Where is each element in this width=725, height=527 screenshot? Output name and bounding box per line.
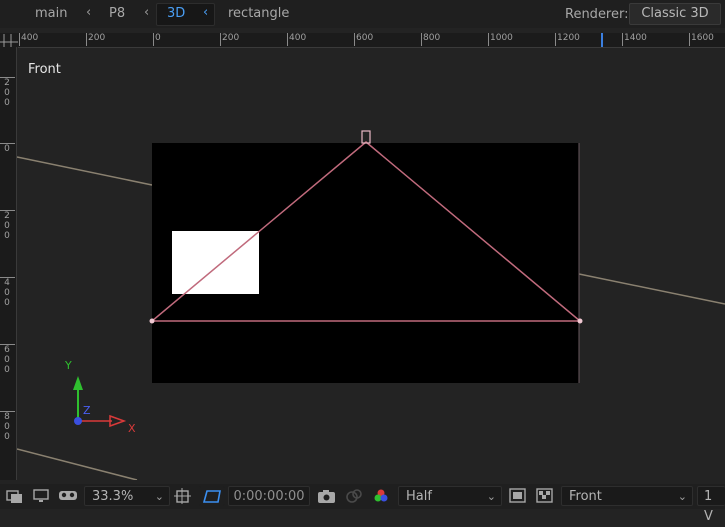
guide-line bbox=[578, 273, 725, 305]
breadcrumb-item-rectangle[interactable]: rectangle bbox=[228, 6, 289, 21]
ruler-corner bbox=[0, 33, 18, 48]
ruler-label: 200 bbox=[88, 33, 106, 43]
ruler-label: 400 bbox=[21, 33, 39, 43]
breadcrumb-item-main[interactable]: main bbox=[35, 6, 67, 21]
ruler-label: 1000 bbox=[490, 33, 513, 43]
y-axis-label: Y bbox=[65, 359, 72, 372]
renderer-button[interactable]: Classic 3D bbox=[629, 3, 721, 25]
always-preview-icon[interactable] bbox=[6, 488, 24, 504]
ruler-label: 400 bbox=[4, 278, 10, 308]
zoom-value: 33.3% bbox=[92, 489, 134, 504]
ruler-label: 600 bbox=[356, 33, 374, 43]
chevron-down-icon: ⌄ bbox=[486, 490, 496, 503]
horizontal-ruler[interactable]: 400 200 0 200 400 600 800 1000 1200 1400… bbox=[18, 33, 725, 48]
chevron-left-icon: ‹ bbox=[144, 5, 150, 20]
monitor-icon[interactable] bbox=[33, 488, 51, 504]
chevron-left-icon: ‹ bbox=[203, 5, 209, 20]
ruler-label: 600 bbox=[4, 345, 10, 375]
ruler-label: 1600 bbox=[691, 33, 714, 43]
ruler-label: 1400 bbox=[624, 33, 647, 43]
x-axis-label: X bbox=[128, 422, 136, 435]
ruler-label: 200 bbox=[4, 211, 10, 241]
timecode-field[interactable]: 0:00:00:00 bbox=[228, 486, 310, 506]
breadcrumb-item-3d[interactable]: 3D bbox=[167, 6, 185, 21]
viewer-toolbar: 33.3% ⌄ 0:00:00:00 Half ⌄ Front ⌄ 1 V bbox=[0, 484, 725, 524]
vr-goggles-icon[interactable] bbox=[58, 488, 80, 504]
composition-viewport[interactable]: Y Z X bbox=[17, 48, 725, 480]
ruler-label: 200 bbox=[222, 33, 240, 43]
ruler-label: 1200 bbox=[557, 33, 580, 43]
resolution-dropdown[interactable]: Half ⌄ bbox=[398, 486, 502, 506]
renderer-label: Renderer: bbox=[565, 7, 629, 22]
color-channels-icon[interactable] bbox=[372, 488, 392, 504]
z-axis-label: Z bbox=[83, 404, 91, 417]
resolution-value: Half bbox=[406, 489, 432, 504]
path-vertex[interactable] bbox=[149, 318, 155, 324]
breadcrumb-item-p8[interactable]: P8 bbox=[109, 6, 125, 21]
view-layout-dropdown[interactable]: 1 V bbox=[697, 486, 725, 524]
ruler-label: 800 bbox=[4, 412, 10, 442]
ruler-guide-marker[interactable] bbox=[601, 33, 603, 47]
3d-view-value: Front bbox=[569, 489, 602, 504]
mask-path-icon bbox=[202, 490, 221, 503]
vertical-ruler[interactable]: 200 0 200 400 600 800 bbox=[0, 47, 17, 480]
axis-gizmo bbox=[73, 376, 127, 428]
ruler-label: 0 bbox=[4, 144, 10, 154]
view-name-label: Front bbox=[28, 62, 61, 77]
3d-view-dropdown[interactable]: Front ⌄ bbox=[561, 486, 693, 506]
transparency-grid-icon[interactable] bbox=[536, 488, 554, 504]
guide-line bbox=[17, 448, 138, 480]
show-snapshot-icon[interactable] bbox=[344, 488, 364, 504]
ruler-label: 800 bbox=[423, 33, 441, 43]
grid-guides-icon[interactable] bbox=[174, 488, 192, 504]
ruler-label: 400 bbox=[289, 33, 307, 43]
camera-snapshot-icon[interactable] bbox=[317, 488, 337, 504]
ruler-label: 200 bbox=[4, 78, 10, 108]
chevron-down-icon: ⌄ bbox=[677, 490, 687, 503]
rectangle-layer[interactable] bbox=[172, 231, 259, 294]
chevron-down-icon: ⌄ bbox=[154, 490, 164, 503]
chevron-left-icon: ‹ bbox=[86, 5, 92, 20]
region-of-interest-icon[interactable] bbox=[509, 488, 527, 504]
zoom-dropdown[interactable]: 33.3% ⌄ bbox=[84, 486, 170, 506]
ruler-origin-icon bbox=[0, 34, 18, 48]
mask-visibility-button[interactable] bbox=[199, 486, 225, 506]
viewport-scene bbox=[17, 130, 725, 480]
ruler-label: 0 bbox=[155, 33, 161, 43]
guide-line bbox=[17, 156, 153, 186]
breadcrumb-bar: main ‹ P8 ‹ 3D ‹ rectangle Renderer: Cla… bbox=[0, 0, 725, 28]
path-vertex[interactable] bbox=[577, 318, 583, 324]
